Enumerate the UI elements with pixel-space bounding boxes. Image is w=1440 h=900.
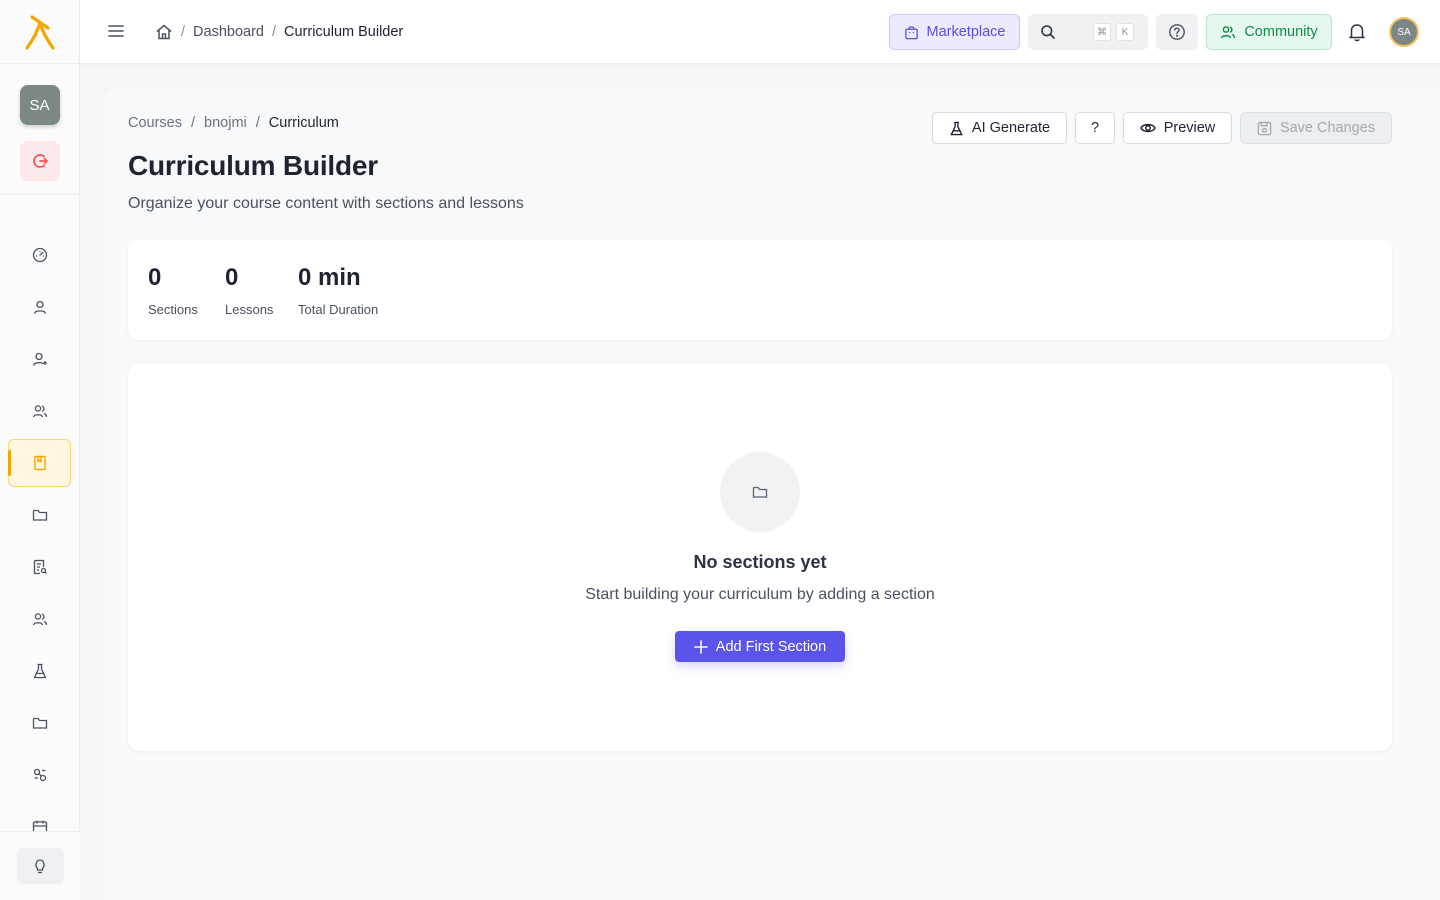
preview-button[interactable]: Preview [1123, 112, 1232, 144]
book-icon [34, 455, 46, 471]
folder-icon [32, 509, 48, 521]
sidebar-item-files[interactable] [0, 489, 80, 541]
sidebar-item-integrations[interactable] [0, 749, 80, 801]
gauge-icon [32, 247, 48, 263]
users-icon [1221, 26, 1236, 39]
flask-icon [33, 663, 47, 679]
sidebar-nav [0, 229, 80, 831]
stat-lessons: 0 Lessons [225, 264, 273, 317]
main-content: Courses / bnojmi / Curriculum Curriculum… [104, 88, 1440, 900]
sidebar-item-add-user[interactable] [0, 333, 80, 385]
breadcrumb-separator: / [181, 24, 186, 40]
top-breadcrumb: / Dashboard / Curriculum Builder [155, 0, 403, 64]
calendar-icon [32, 820, 48, 831]
users-icon [32, 405, 48, 418]
save-icon [1257, 121, 1272, 135]
sidebar-item-reports[interactable] [0, 541, 80, 593]
tips-button[interactable] [16, 848, 64, 884]
save-changes-button[interactable]: Save Changes [1240, 112, 1392, 144]
marketplace-label: Marketplace [926, 24, 1006, 40]
user-plus-icon [32, 352, 47, 366]
logout-button[interactable] [19, 141, 60, 181]
breadcrumb-separator: / [191, 115, 196, 131]
breadcrumb-separator: / [271, 24, 276, 40]
menu-toggle-button[interactable] [107, 22, 125, 45]
users-icon [32, 613, 48, 626]
user-avatar[interactable]: SA [1389, 17, 1419, 47]
add-first-section-label: Add First Section [715, 638, 827, 655]
sidebar-item-courses[interactable] [0, 437, 80, 489]
page-subtitle: Organize your course content with sectio… [128, 195, 524, 212]
marketplace-button[interactable]: Marketplace [889, 14, 1020, 50]
add-first-section-button[interactable]: Add First Section [675, 631, 845, 662]
sidebar: SA [0, 0, 80, 900]
empty-state-subtitle: Start building your curriculum by adding… [585, 586, 935, 603]
stat-sections: 0 Sections [148, 264, 198, 317]
curriculum-stats-card: 0 Sections 0 Lessons 0 min Total Duratio… [128, 240, 1392, 340]
stat-label: Sections [148, 302, 198, 317]
search-button[interactable]: ⌘ K [1028, 14, 1148, 50]
sidebar-item-calendar[interactable] [0, 801, 80, 831]
home-icon[interactable] [155, 23, 173, 41]
brand-logo-icon [25, 14, 55, 50]
sidebar-item-profile[interactable] [0, 281, 80, 333]
sidebar-item-instructors[interactable] [0, 593, 80, 645]
breadcrumb-course-link[interactable]: bnojmi [204, 115, 247, 131]
sections-empty-state: No sections yet Start building your curr… [128, 364, 1392, 751]
flask-icon [950, 121, 963, 135]
logout-icon [32, 154, 48, 168]
search-icon [1041, 25, 1055, 39]
lightbulb-icon [35, 859, 45, 874]
preview-label: Preview [1163, 120, 1216, 136]
links-icon [33, 768, 47, 782]
brand-logo[interactable] [0, 0, 80, 64]
eye-icon [1139, 123, 1156, 133]
user-icon [33, 300, 47, 314]
save-changes-label: Save Changes [1279, 120, 1376, 136]
stat-value: 0 [148, 264, 162, 291]
breadcrumb-dashboard-link[interactable]: Dashboard [193, 24, 264, 40]
curriculum-help-button[interactable]: ? [1075, 112, 1115, 144]
breadcrumb-separator: / [255, 115, 260, 131]
stat-label: Total Duration [298, 302, 379, 317]
ai-generate-label: AI Generate [971, 120, 1051, 136]
sidebar-avatar[interactable]: SA [19, 85, 60, 125]
help-circle-icon [1169, 24, 1185, 40]
bell-icon [1349, 24, 1365, 42]
community-label: Community [1244, 24, 1318, 40]
stat-total-duration: 0 min Total Duration [298, 264, 378, 317]
sidebar-item-labs[interactable] [0, 645, 80, 697]
top-bar: / Dashboard / Curriculum Builder Marketp… [80, 0, 1440, 64]
plus-icon [693, 639, 708, 654]
shortcut-k-key: K [1116, 23, 1134, 41]
help-button[interactable] [1156, 14, 1198, 50]
breadcrumb-courses-link[interactable]: Courses [128, 115, 182, 131]
folder-icon [32, 717, 48, 729]
stat-value: 0 [225, 264, 239, 291]
sidebar-footer [0, 831, 80, 900]
sidebar-item-dashboard[interactable] [0, 229, 80, 281]
shortcut-cmd-key: ⌘ [1093, 23, 1111, 41]
active-item-indicator [8, 450, 11, 476]
report-icon [33, 559, 47, 575]
community-button[interactable]: Community [1206, 14, 1332, 50]
ai-generate-button[interactable]: AI Generate [932, 112, 1067, 144]
sidebar-user-section: SA [0, 64, 79, 195]
empty-state-icon-circle [720, 452, 800, 532]
sidebar-item-team[interactable] [0, 385, 80, 437]
breadcrumb-current: Curriculum Builder [284, 24, 404, 40]
hamburger-icon [108, 25, 124, 37]
empty-state-title: No sections yet [693, 552, 827, 572]
folder-icon [752, 486, 768, 498]
page-breadcrumb: Courses / bnojmi / Curriculum [128, 115, 339, 131]
stat-value: 0 min [298, 264, 361, 291]
breadcrumb-current: Curriculum [268, 115, 339, 131]
shopping-bag-icon [904, 25, 918, 39]
sidebar-item-library[interactable] [0, 697, 80, 749]
page-title: Curriculum Builder [128, 150, 378, 181]
notifications-button[interactable] [1348, 22, 1366, 47]
stat-label: Lessons [225, 302, 274, 317]
